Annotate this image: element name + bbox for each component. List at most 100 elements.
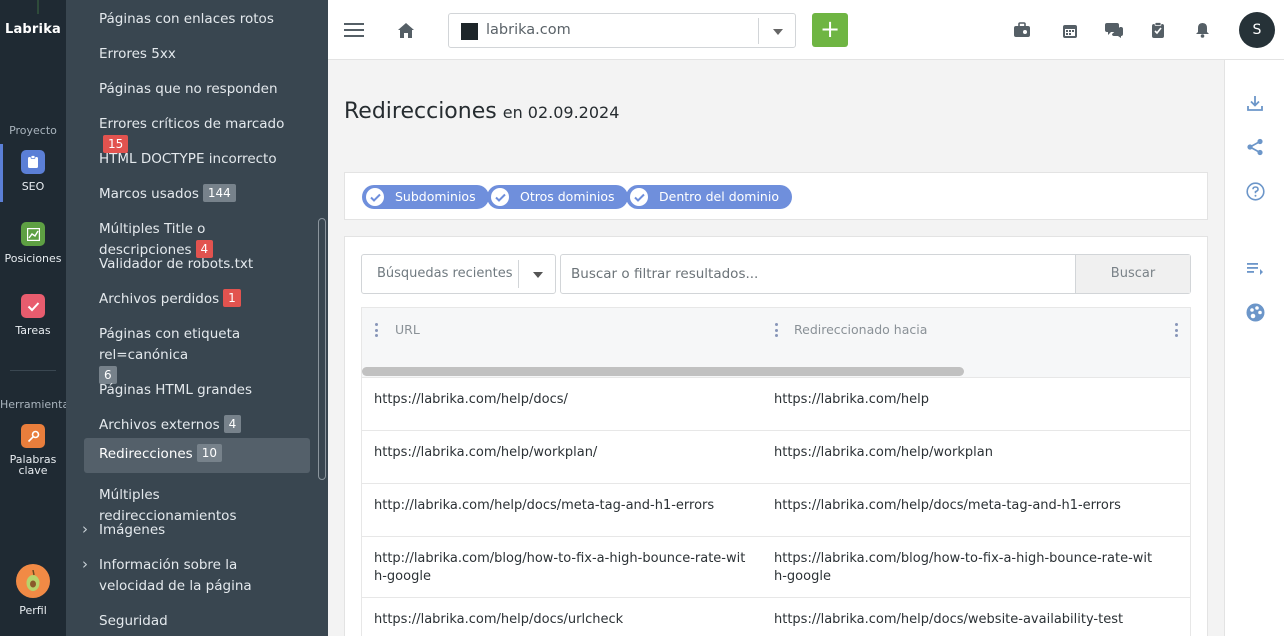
count-badge: 4 [223,415,242,433]
domain-value: labrika.com [486,22,571,38]
brand-logo[interactable]: Labrika [0,22,66,37]
sidebar-item-frames[interactable]: Marcos usados 144 [84,178,310,211]
home-icon[interactable] [394,18,418,42]
clipboard-icon [21,150,45,174]
rail-item-seo[interactable]: SEO [0,144,66,202]
rail-item-label: Posiciones [4,252,62,265]
recent-searches-select[interactable]: Búsquedas recientes [361,254,556,294]
menu-icon[interactable] [342,18,366,42]
sidebar-item-large-html[interactable]: Páginas HTML grandes [84,374,310,407]
profile-avatar-icon[interactable] [16,564,50,598]
app-rail: Labrika Proyecto SEO Posiciones Tareas H… [0,0,75,636]
target-url[interactable]: https://labrika.com/help [774,391,1154,409]
table-row[interactable]: http://labrika.com/blog/how-to-fix-a-hig… [362,537,1190,598]
main-content: Redirecciones en 02.09.2024 Subdominios O… [328,60,1224,636]
sidebar-item-label: Redirecciones [99,446,193,462]
horizontal-scrollbar[interactable] [362,367,964,376]
sidebar-item-unresponsive[interactable]: Páginas que no responden [84,73,310,106]
right-toolbar [1224,60,1284,636]
user-avatar[interactable]: S [1239,12,1275,48]
sidebar-item-label: Errores críticos de marcado [99,116,285,132]
rail-item-positions[interactable]: Posiciones [0,222,66,265]
column-header-url[interactable]: URL [395,322,420,337]
add-project-button[interactable]: + [812,13,848,47]
column-menu-icon[interactable] [374,323,378,337]
sidebar-item-doctype[interactable]: HTML DOCTYPE incorrecto [84,143,310,176]
rail-item-tasks[interactable]: Tareas [0,294,66,337]
sidebar-item-page-speed[interactable]: Información sobre la velocidad de la pág… [82,549,310,603]
rail-item-keywords[interactable]: Palabras clave [0,424,66,476]
chevron-down-icon [533,272,543,278]
sidebar-item-label: Páginas HTML grandes [99,382,252,398]
source-url[interactable]: https://labrika.com/help/docs/ [374,391,749,409]
sidebar-item-images[interactable]: Imágenes [82,514,310,547]
select-divider [518,260,519,288]
filter-chip-label: Otros dominios [520,189,615,204]
results-panel: Búsquedas recientes Buscar URL Redirecci… [344,236,1208,636]
sidebar-item-label: Páginas con enlaces rotos [99,11,274,27]
page-title: Redirecciones en 02.09.2024 [344,99,619,124]
count-badge: 1 [223,289,241,307]
sidebar-item-label: Páginas que no responden [99,81,278,97]
target-url[interactable]: https://labrika.com/blog/how-to-fix-a-hi… [774,550,1154,586]
search-button[interactable]: Buscar [1075,255,1190,293]
download-icon[interactable] [1243,91,1267,115]
source-url[interactable]: https://labrika.com/help/docs/urlcheck [374,611,749,629]
target-url[interactable]: https://labrika.com/help/docs/meta-tag-a… [774,497,1154,515]
filter-chip-within-domain[interactable]: Dentro del dominio [626,185,792,209]
share-icon[interactable] [1243,135,1267,159]
sidebar-item-label: Información sobre la velocidad de la pág… [99,557,252,594]
sidebar-item-security[interactable]: Seguridad [84,605,310,636]
sidebar-item-label: Archivos perdidos [99,291,220,307]
search-box: Buscar [560,254,1191,294]
chevron-down-icon [773,29,783,35]
column-menu-icon[interactable] [774,323,778,337]
check-circle-icon [491,188,509,206]
filter-chips-bar: Subdominios Otros dominios Dentro del do… [344,172,1208,220]
palette-icon[interactable] [1243,300,1267,324]
briefcase-icon[interactable] [1010,18,1034,42]
rail-divider [10,370,56,371]
target-url[interactable]: https://labrika.com/help/docs/website-av… [774,611,1154,629]
report-date: en 02.09.2024 [502,103,620,122]
clipboard-check-icon[interactable] [1146,18,1170,42]
filter-chip-label: Dentro del dominio [659,189,779,204]
filter-chip-other-domains[interactable]: Otros dominios [487,185,628,209]
sidebar-item-robots[interactable]: Validador de robots.txt [84,248,310,281]
bell-icon[interactable] [1190,18,1214,42]
sidebar-item-5xx[interactable]: Errores 5xx [84,38,310,71]
calendar-icon[interactable] [1058,18,1082,42]
sidebar-item-label: Archivos externos [99,417,220,433]
chat-icon[interactable] [1102,18,1126,42]
sidebar-item-broken-links[interactable]: Páginas con enlaces rotos [84,3,310,36]
help-icon[interactable] [1243,179,1267,203]
sidebar-scrollbar[interactable] [318,218,326,480]
filter-chip-subdomains[interactable]: Subdominios [362,185,489,209]
profile-label[interactable]: Perfil [0,604,66,617]
column-header-redirect-target[interactable]: Redireccionado hacia [794,322,927,337]
site-favicon-icon [461,23,478,40]
page-title-text: Redirecciones [344,99,497,124]
column-menu-icon[interactable] [1174,323,1178,337]
target-url[interactable]: https://labrika.com/help/workplan [774,444,1154,462]
table-row[interactable]: https://labrika.com/help/workplan/ https… [362,431,1190,484]
sidebar-item-label: Marcos usados [99,186,199,202]
table-row[interactable]: https://labrika.com/help/docs/urlcheck h… [362,598,1190,636]
sidebar-item-label: Páginas con etiqueta rel=canónica [99,326,241,363]
source-url[interactable]: https://labrika.com/help/workplan/ [374,444,749,462]
table-row[interactable]: https://labrika.com/help/docs/ https://l… [362,378,1190,431]
sidebar-item-redirects[interactable]: Redirecciones 10 [84,438,310,473]
rail-item-label: SEO [21,180,45,193]
sidebar-item-label: Seguridad [99,613,168,629]
domain-selector[interactable]: labrika.com [448,13,796,48]
list-icon[interactable] [1243,256,1267,280]
table-row[interactable]: http://labrika.com/help/docs/meta-tag-an… [362,484,1190,537]
source-url[interactable]: http://labrika.com/blog/how-to-fix-a-hig… [374,550,749,586]
sidebar-item-missing-files[interactable]: Archivos perdidos 1 [84,283,310,316]
search-input[interactable] [561,255,1076,293]
check-circle-icon [366,188,384,206]
sidebar-item-label: Validador de robots.txt [99,256,254,272]
sidebar-item-label: Errores 5xx [99,46,176,62]
source-url[interactable]: http://labrika.com/help/docs/meta-tag-an… [374,497,749,515]
rail-item-label: Palabras clave [9,453,57,477]
